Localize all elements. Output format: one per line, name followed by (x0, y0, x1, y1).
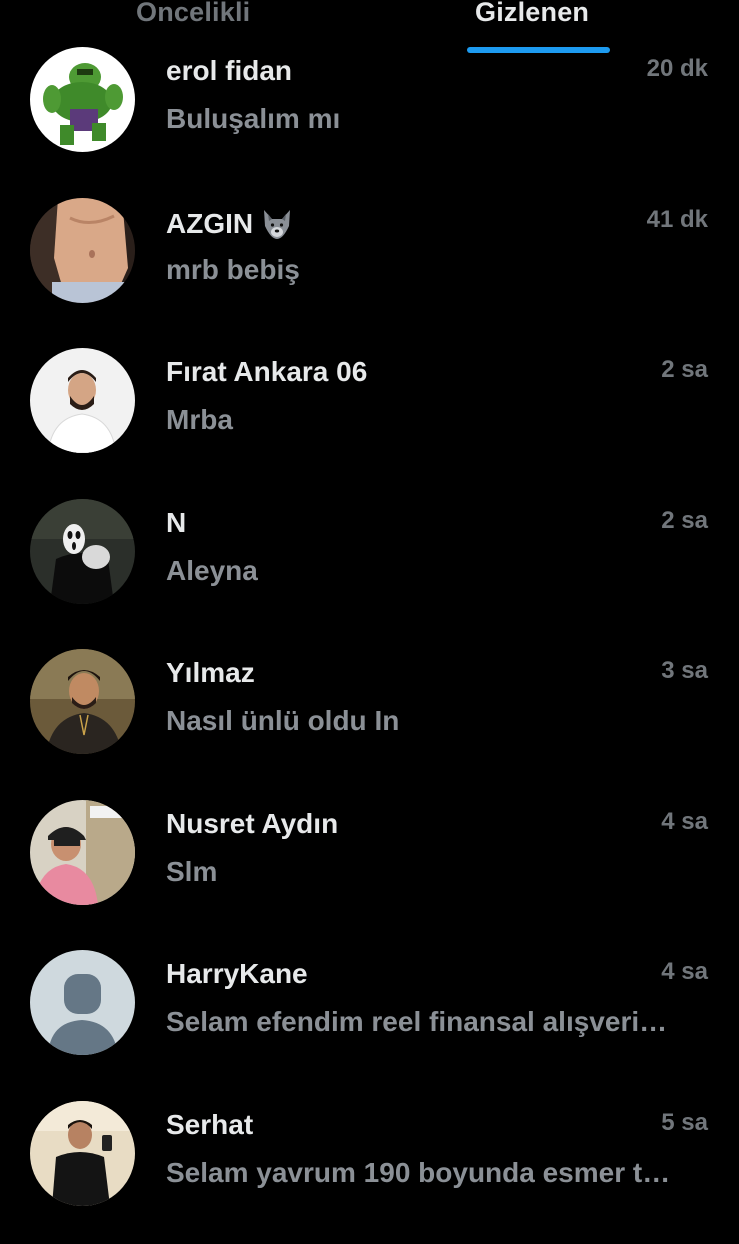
message-preview: Selam efendim reel finansal alışveri… (166, 1006, 708, 1038)
message-preview: Aleyna (166, 555, 708, 587)
default-profile-avatar-icon[interactable] (30, 950, 135, 1055)
conversation-name: Serhat (166, 1109, 253, 1141)
tab-oncelikli[interactable]: Oncelikli (136, 0, 250, 34)
conversation-name: AZGIN (166, 206, 295, 242)
conversation-time: 4 sa (661, 808, 708, 836)
message-preview: Mrba (166, 404, 708, 436)
conversation-time: 3 sa (661, 657, 708, 685)
conversation-row[interactable]: Nusret Aydın 4 sa Slm (0, 793, 739, 944)
conversation-time: 5 sa (661, 1109, 708, 1137)
conversation-row[interactable]: AZGIN 41 dk mrb bebiş (0, 191, 739, 342)
conversation-row[interactable]: HarryKane 4 sa Selam efendim reel finans… (0, 943, 739, 1094)
conversation-name: N (166, 507, 186, 539)
conversation-time: 41 dk (647, 206, 708, 234)
conversation-list: erol fidan 20 dk Buluşalım mı AZGIN (0, 40, 739, 1244)
man-white-shirt-avatar-icon[interactable] (30, 348, 135, 453)
tab-gizlenen[interactable]: Gizlenen (475, 0, 589, 34)
conversation-row[interactable]: N 2 sa Aleyna (0, 492, 739, 643)
conversation-time: 20 dk (647, 55, 708, 83)
wolf-emoji-icon (259, 206, 295, 242)
conversation-name: Fırat Ankara 06 (166, 356, 367, 388)
conversation-name: Nusret Aydın (166, 808, 338, 840)
conversation-row[interactable]: Fırat Ankara 06 2 sa Mrba (0, 341, 739, 492)
conversation-time: 2 sa (661, 356, 708, 384)
conversation-name: erol fidan (166, 55, 292, 87)
message-preview: Slm (166, 856, 708, 888)
message-preview: Nasıl ünlü oldu In (166, 705, 708, 737)
conversation-name: Yılmaz (166, 657, 255, 689)
hulk-avatar-icon[interactable] (30, 47, 135, 152)
man-selfie-avatar-icon[interactable] (30, 649, 135, 754)
conversation-row[interactable]: Yılmaz 3 sa Nasıl ünlü oldu In (0, 642, 739, 793)
mirror-selfie-avatar-icon[interactable] (30, 1101, 135, 1206)
message-preview: mrb bebiş (166, 254, 708, 286)
shirtless-torso-avatar-icon[interactable] (30, 198, 135, 303)
message-preview: Buluşalım mı (166, 103, 708, 135)
conversation-row[interactable]: Serhat 5 sa Selam yavrum 190 boyunda esm… (0, 1094, 739, 1244)
message-preview: Selam yavrum 190 boyunda esmer t… (166, 1157, 708, 1189)
ghostface-mask-avatar-icon[interactable] (30, 499, 135, 604)
conversation-time: 2 sa (661, 507, 708, 535)
conversation-row[interactable]: erol fidan 20 dk Buluşalım mı (0, 40, 739, 191)
man-cap-pink-shirt-avatar-icon[interactable] (30, 800, 135, 905)
conversation-name: HarryKane (166, 958, 308, 990)
conversation-time: 4 sa (661, 958, 708, 986)
